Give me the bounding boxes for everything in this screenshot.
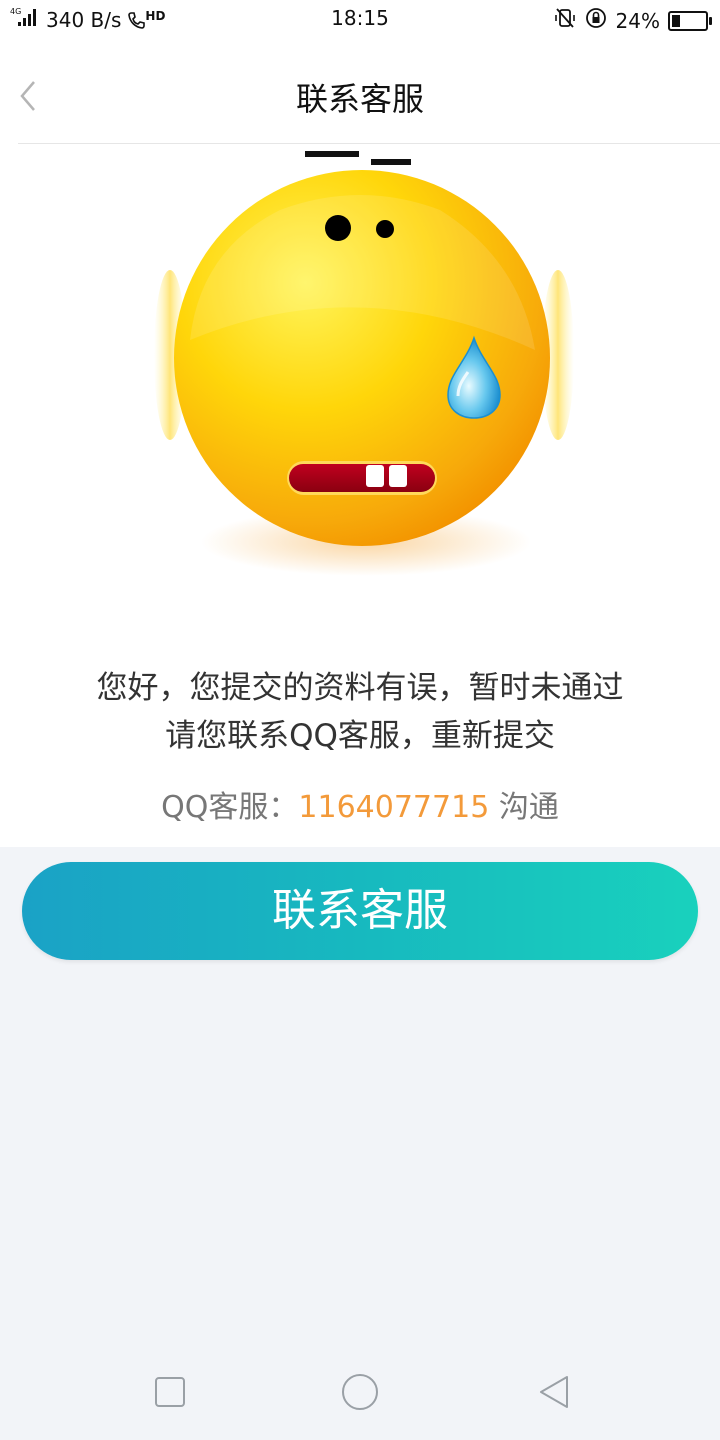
system-navigation-bar — [0, 1350, 720, 1440]
right-eye — [376, 220, 394, 238]
circle-icon — [342, 1374, 378, 1410]
home-button[interactable] — [340, 1372, 380, 1412]
recent-apps-button[interactable] — [150, 1372, 190, 1412]
error-message-line-1: 您好，您提交的资料有误，暂时未通过 — [96, 670, 624, 706]
qq-contact-line: QQ客服：1164077715 沟通 — [0, 782, 720, 826]
mouth — [289, 464, 435, 492]
page-title: 联系客服 — [295, 80, 424, 118]
status-right: 24% — [554, 6, 712, 35]
right-tooth — [389, 465, 407, 487]
vibrate-off-icon — [554, 7, 576, 34]
left-eye — [325, 215, 351, 241]
qq-label: QQ客服： — [161, 790, 299, 825]
system-back-button[interactable] — [534, 1372, 574, 1412]
battery-percent: 24% — [615, 8, 660, 33]
battery-fill — [672, 14, 680, 27]
nav-bar: 联系客服 — [0, 38, 720, 144]
sweating-face-illustration — [140, 140, 580, 590]
status-bar: 4G 340 B/s HD 18:15 24% — [0, 0, 720, 38]
battery-icon — [668, 10, 712, 31]
rotation-lock-icon — [584, 6, 608, 35]
left-tooth — [366, 465, 384, 487]
square-icon — [155, 1377, 185, 1407]
left-brow — [305, 151, 359, 157]
error-message-line-2: 请您联系QQ客服，重新提交 — [165, 718, 555, 754]
triangle-back-icon — [540, 1376, 568, 1408]
contact-support-button[interactable]: 联系客服 — [22, 862, 698, 960]
right-brow — [371, 159, 411, 165]
qq-number[interactable]: 1164077715 — [298, 790, 489, 825]
qq-suffix: 沟通 — [489, 790, 559, 825]
error-message: 您好，您提交的资料有误，暂时未通过 请您联系QQ客服，重新提交 — [0, 664, 720, 760]
